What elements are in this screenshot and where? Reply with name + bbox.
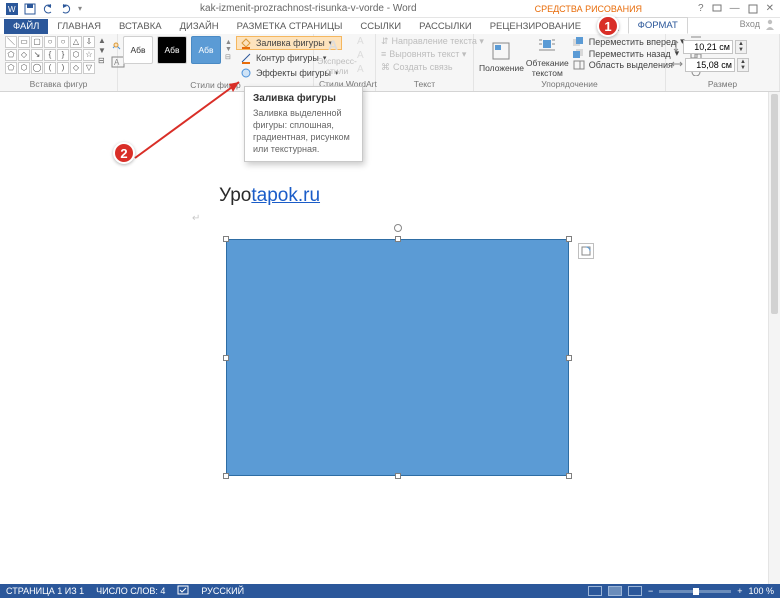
create-link-button[interactable]: ⌘Создать связь bbox=[381, 62, 468, 73]
document-title: kak-izmenit-prozrachnost-risunka-v-vorde… bbox=[200, 3, 417, 14]
view-web-icon[interactable] bbox=[628, 586, 642, 596]
resize-handle-nw[interactable] bbox=[223, 236, 229, 242]
text-direction-button[interactable]: ⇵Направление текста ▾ bbox=[381, 36, 468, 47]
style-gallery-more-icon[interactable]: ⊟ bbox=[225, 53, 232, 61]
gallery-more-icon[interactable]: ⊟ bbox=[98, 56, 106, 65]
style-swatch-2[interactable]: Абв bbox=[157, 36, 187, 64]
maximize-icon[interactable] bbox=[748, 4, 758, 14]
view-read-icon[interactable] bbox=[588, 586, 602, 596]
bucket-icon bbox=[240, 37, 252, 49]
pen-icon bbox=[240, 52, 252, 64]
style-swatch-3[interactable]: Абв bbox=[191, 36, 221, 64]
zoom-out-button[interactable]: − bbox=[648, 586, 653, 596]
width-spinner[interactable]: ▲▼ bbox=[737, 58, 749, 72]
zoom-slider[interactable] bbox=[659, 590, 731, 593]
tab-home[interactable]: ГЛАВНАЯ bbox=[48, 19, 110, 34]
width-icon bbox=[671, 59, 683, 71]
vertical-scrollbar[interactable] bbox=[768, 92, 780, 584]
position-button[interactable]: Положение bbox=[479, 36, 524, 78]
svg-text:A: A bbox=[328, 37, 338, 53]
text-effects-icon[interactable]: A bbox=[357, 64, 364, 75]
text-fill-icon[interactable]: A bbox=[357, 36, 364, 47]
tooltip-body: Заливка выделенной фигуры: сплошная, гра… bbox=[253, 107, 354, 155]
rotate-handle[interactable] bbox=[394, 224, 402, 232]
tooltip-title: Заливка фигуры bbox=[253, 93, 354, 104]
group-label-size: Размер bbox=[671, 79, 774, 91]
tab-mailings[interactable]: РАССЫЛКИ bbox=[410, 19, 481, 34]
close-icon[interactable]: ✕ bbox=[766, 3, 774, 14]
status-proofing-icon[interactable] bbox=[177, 585, 189, 597]
zoom-level[interactable]: 100 % bbox=[748, 586, 774, 596]
document-heading: Уроtapok.ru bbox=[219, 185, 320, 207]
save-icon[interactable] bbox=[24, 3, 36, 15]
tab-design[interactable]: ДИЗАЙН bbox=[171, 19, 228, 34]
group-label-arrange: Упорядочение bbox=[479, 79, 660, 91]
style-gallery-down-icon[interactable]: ▼ bbox=[225, 46, 232, 53]
resize-handle-ne[interactable] bbox=[566, 236, 572, 242]
view-print-icon[interactable] bbox=[608, 586, 622, 596]
resize-handle-se[interactable] bbox=[566, 473, 572, 479]
layout-options-button[interactable] bbox=[578, 243, 594, 259]
gallery-up-icon[interactable]: ▲ bbox=[98, 36, 106, 45]
tab-file[interactable]: ФАЙЛ bbox=[4, 19, 48, 34]
shape-fill-tooltip: Заливка фигуры Заливка выделенной фигуры… bbox=[244, 86, 363, 162]
effects-icon bbox=[240, 67, 252, 79]
heading-link[interactable]: tapok.ru bbox=[251, 185, 320, 206]
group-label-text: Текст bbox=[381, 79, 468, 91]
text-outline-icon[interactable]: A bbox=[357, 50, 364, 61]
resize-handle-e[interactable] bbox=[566, 355, 572, 361]
tab-insert[interactable]: ВСТАВКА bbox=[110, 19, 171, 34]
resize-handle-sw[interactable] bbox=[223, 473, 229, 479]
tab-references[interactable]: ССЫЛКИ bbox=[351, 19, 410, 34]
shape-gallery[interactable]: ＼▭▢○○△⇩ ⬠◇↘{}⬡☆ ⬠⬡◯()◇▽ bbox=[5, 36, 95, 74]
shape-style-gallery[interactable]: Абв Абв Абв ▲ ▼ ⊟ bbox=[123, 36, 232, 64]
tab-layout[interactable]: РАЗМЕТКА СТРАНИЦЫ bbox=[228, 19, 352, 34]
express-styles-button[interactable]: A Экспресс-стили bbox=[319, 36, 355, 76]
resize-handle-w[interactable] bbox=[223, 355, 229, 361]
paragraph-mark-icon: ↵ bbox=[192, 213, 200, 224]
group-label-insert-shapes: Вставка фигур bbox=[5, 79, 112, 91]
status-word-count[interactable]: ЧИСЛО СЛОВ: 4 bbox=[96, 586, 165, 596]
align-text-button[interactable]: ≡Выровнять текст ▾ bbox=[381, 49, 468, 60]
ribbon-options-icon[interactable] bbox=[712, 4, 722, 14]
annotation-badge-1: 1 bbox=[597, 15, 619, 37]
minimize-icon[interactable]: — bbox=[730, 3, 740, 14]
resize-handle-n[interactable] bbox=[395, 236, 401, 242]
wrap-text-button[interactable]: Обтекание текстом bbox=[526, 36, 569, 78]
zoom-in-button[interactable]: + bbox=[737, 586, 742, 596]
word-app-icon: W bbox=[6, 3, 18, 15]
shape-height-input[interactable] bbox=[683, 40, 733, 54]
style-swatch-1[interactable]: Абв bbox=[123, 36, 153, 64]
svg-text:W: W bbox=[8, 5, 16, 14]
redo-icon[interactable] bbox=[60, 3, 72, 15]
tab-review[interactable]: РЕЦЕНЗИРОВАНИЕ bbox=[481, 19, 590, 34]
context-tab-label: СРЕДСТВА РИСОВАНИЯ bbox=[535, 4, 642, 14]
height-icon bbox=[671, 40, 681, 54]
gallery-down-icon[interactable]: ▼ bbox=[98, 46, 106, 55]
tab-format[interactable]: ФОРМАТ bbox=[628, 17, 688, 34]
scrollbar-thumb[interactable] bbox=[771, 94, 778, 314]
style-gallery-up-icon[interactable]: ▲ bbox=[225, 39, 232, 46]
undo-icon[interactable] bbox=[42, 3, 54, 15]
resize-handle-s[interactable] bbox=[395, 473, 401, 479]
help-icon[interactable]: ? bbox=[698, 3, 704, 14]
selected-rectangle-shape[interactable] bbox=[226, 239, 569, 476]
annotation-badge-2: 2 bbox=[113, 142, 135, 164]
shape-width-input[interactable] bbox=[685, 58, 735, 72]
height-spinner[interactable]: ▲▼ bbox=[735, 40, 747, 54]
document-area[interactable]: Уроtapok.ru ↵ bbox=[0, 92, 780, 584]
status-page[interactable]: СТРАНИЦА 1 ИЗ 1 bbox=[6, 586, 84, 596]
sign-in-link[interactable]: Вход bbox=[740, 18, 776, 30]
status-language[interactable]: РУССКИЙ bbox=[201, 586, 244, 596]
